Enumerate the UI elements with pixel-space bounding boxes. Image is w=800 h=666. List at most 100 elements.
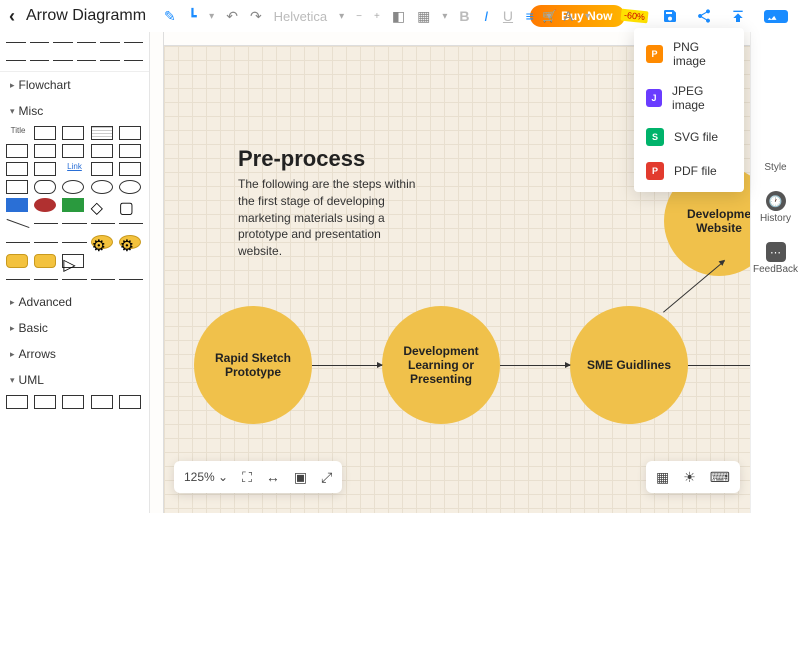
shape-item[interactable] xyxy=(62,242,86,243)
shape-item[interactable]: ⚙ xyxy=(119,235,141,249)
shape-item[interactable]: ◇ xyxy=(91,198,113,212)
shape-item[interactable] xyxy=(34,126,56,140)
shape-item[interactable] xyxy=(34,242,58,243)
shape-item[interactable] xyxy=(34,395,56,409)
export-svg[interactable]: S SVG file xyxy=(634,120,744,154)
shape-item[interactable] xyxy=(119,180,141,194)
plus-icon[interactable]: + xyxy=(374,11,380,22)
shape-title[interactable]: Title xyxy=(6,126,30,140)
shape-item[interactable] xyxy=(91,126,113,140)
shape-item[interactable] xyxy=(91,223,115,224)
shape-item[interactable] xyxy=(119,223,143,224)
chevron-down-icon[interactable]: ▾ xyxy=(546,11,551,22)
chevron-down-icon[interactable]: ▾ xyxy=(585,11,590,22)
beta-badge[interactable]: Beta xyxy=(764,10,788,23)
shape-item[interactable] xyxy=(119,395,141,409)
section-uml[interactable]: ▾UML xyxy=(0,367,149,393)
back-button[interactable]: ‹ xyxy=(0,6,24,27)
shape-item[interactable] xyxy=(91,395,113,409)
section-advanced[interactable]: ▸Advanced xyxy=(0,289,149,315)
text-color-icon[interactable]: A xyxy=(564,8,573,24)
page-description[interactable]: The following are the steps within the f… xyxy=(238,176,418,260)
shape-item[interactable]: ▷ xyxy=(62,254,84,268)
shape-item[interactable] xyxy=(34,144,56,158)
presentation-icon[interactable]: ▦ xyxy=(656,469,669,486)
shape-item[interactable] xyxy=(91,180,113,194)
fit-screen-icon[interactable]: ⛶ xyxy=(242,469,252,486)
shape-item[interactable] xyxy=(91,162,113,176)
node-sme-guidelines[interactable]: SME Guidlines xyxy=(570,306,688,424)
shape-item[interactable] xyxy=(62,198,84,212)
section-arrows[interactable]: ▸Arrows xyxy=(0,341,149,367)
save-icon[interactable] xyxy=(662,8,678,24)
shape-item[interactable] xyxy=(34,254,56,268)
shape-item[interactable] xyxy=(6,162,28,176)
redo-icon[interactable]: ↷ xyxy=(250,8,262,24)
shape-item[interactable] xyxy=(34,279,58,280)
history-panel-button[interactable]: 🕐 History xyxy=(760,191,791,224)
chevron-down-icon[interactable]: ▾ xyxy=(209,11,214,22)
export-pdf[interactable]: P PDF file xyxy=(634,154,744,188)
shape-item[interactable] xyxy=(62,180,84,194)
style-panel-button[interactable]: Style xyxy=(764,162,786,173)
feedback-panel-button[interactable]: ⋯ FeedBack xyxy=(753,242,798,275)
share-icon[interactable] xyxy=(696,8,712,24)
export-jpeg[interactable]: J JPEG image xyxy=(634,76,744,120)
pen-tool-icon[interactable]: ✎ xyxy=(164,8,176,24)
shape-item[interactable]: ▢ xyxy=(119,198,141,212)
shape-item[interactable] xyxy=(119,279,143,280)
shape-item[interactable] xyxy=(91,254,113,268)
chevron-down-icon[interactable]: ▾ xyxy=(339,11,344,22)
shape-item[interactable] xyxy=(6,180,28,194)
shape-item[interactable] xyxy=(34,180,56,194)
export-png[interactable]: P PNG image xyxy=(634,32,744,76)
zoom-level[interactable]: 125% ⌄ xyxy=(184,470,228,484)
shape-item[interactable] xyxy=(119,144,141,158)
shape-item[interactable] xyxy=(62,144,84,158)
shape-item[interactable] xyxy=(6,395,28,409)
fit-width-icon[interactable]: ↔ xyxy=(266,469,280,485)
italic-icon[interactable]: I xyxy=(481,8,490,24)
keyboard-icon[interactable]: ⌨ xyxy=(710,469,730,486)
shape-item[interactable] xyxy=(7,219,30,228)
document-title[interactable]: Arrow Diagramm xyxy=(26,7,146,25)
align-icon[interactable]: ≡ xyxy=(525,8,534,24)
shape-item[interactable] xyxy=(62,126,84,140)
section-misc[interactable]: ▾Misc xyxy=(0,98,149,124)
shape-item[interactable] xyxy=(62,279,86,280)
font-selector[interactable]: Helvetica xyxy=(274,9,327,24)
shape-item[interactable] xyxy=(119,162,141,176)
connector-arrow[interactable] xyxy=(688,365,758,366)
theme-icon[interactable]: ☀ xyxy=(683,469,696,486)
table-icon[interactable]: ▦ xyxy=(417,8,430,24)
connector-arrow[interactable] xyxy=(312,365,382,366)
shape-item[interactable] xyxy=(6,144,28,158)
shape-item[interactable] xyxy=(91,279,115,280)
chevron-down-icon[interactable]: ▾ xyxy=(442,11,447,22)
shape-item[interactable] xyxy=(6,279,30,280)
node-rapid-sketch[interactable]: Rapid Sketch Prototype xyxy=(194,306,312,424)
shape-item[interactable] xyxy=(62,223,86,224)
shape-item[interactable] xyxy=(119,126,141,140)
shape-item[interactable] xyxy=(6,198,28,212)
shape-item[interactable] xyxy=(34,198,56,212)
bold-icon[interactable]: B xyxy=(459,8,469,24)
export-icon[interactable] xyxy=(730,8,746,24)
shape-item[interactable] xyxy=(34,162,56,176)
fullscreen-icon[interactable]: ⤢ xyxy=(321,469,332,486)
fill-color-icon[interactable]: ◧ xyxy=(392,8,405,24)
section-basic[interactable]: ▸Basic xyxy=(0,315,149,341)
shape-item[interactable] xyxy=(62,395,84,409)
underline-icon[interactable]: U xyxy=(503,8,513,24)
shape-item[interactable]: ⚙ xyxy=(91,235,113,249)
connector-tool-icon[interactable]: ┗ xyxy=(188,8,197,24)
shape-item[interactable] xyxy=(6,254,28,268)
shape-item[interactable] xyxy=(34,223,58,224)
shape-link[interactable]: Link xyxy=(62,162,86,176)
arrow-presets-row[interactable] xyxy=(0,32,149,72)
connector-arrow[interactable] xyxy=(500,365,570,366)
undo-icon[interactable]: ↶ xyxy=(226,8,238,24)
section-flowchart[interactable]: ▸Flowchart xyxy=(0,72,149,98)
shape-item[interactable] xyxy=(119,254,141,268)
node-development-learning[interactable]: Development Learning or Presenting xyxy=(382,306,500,424)
